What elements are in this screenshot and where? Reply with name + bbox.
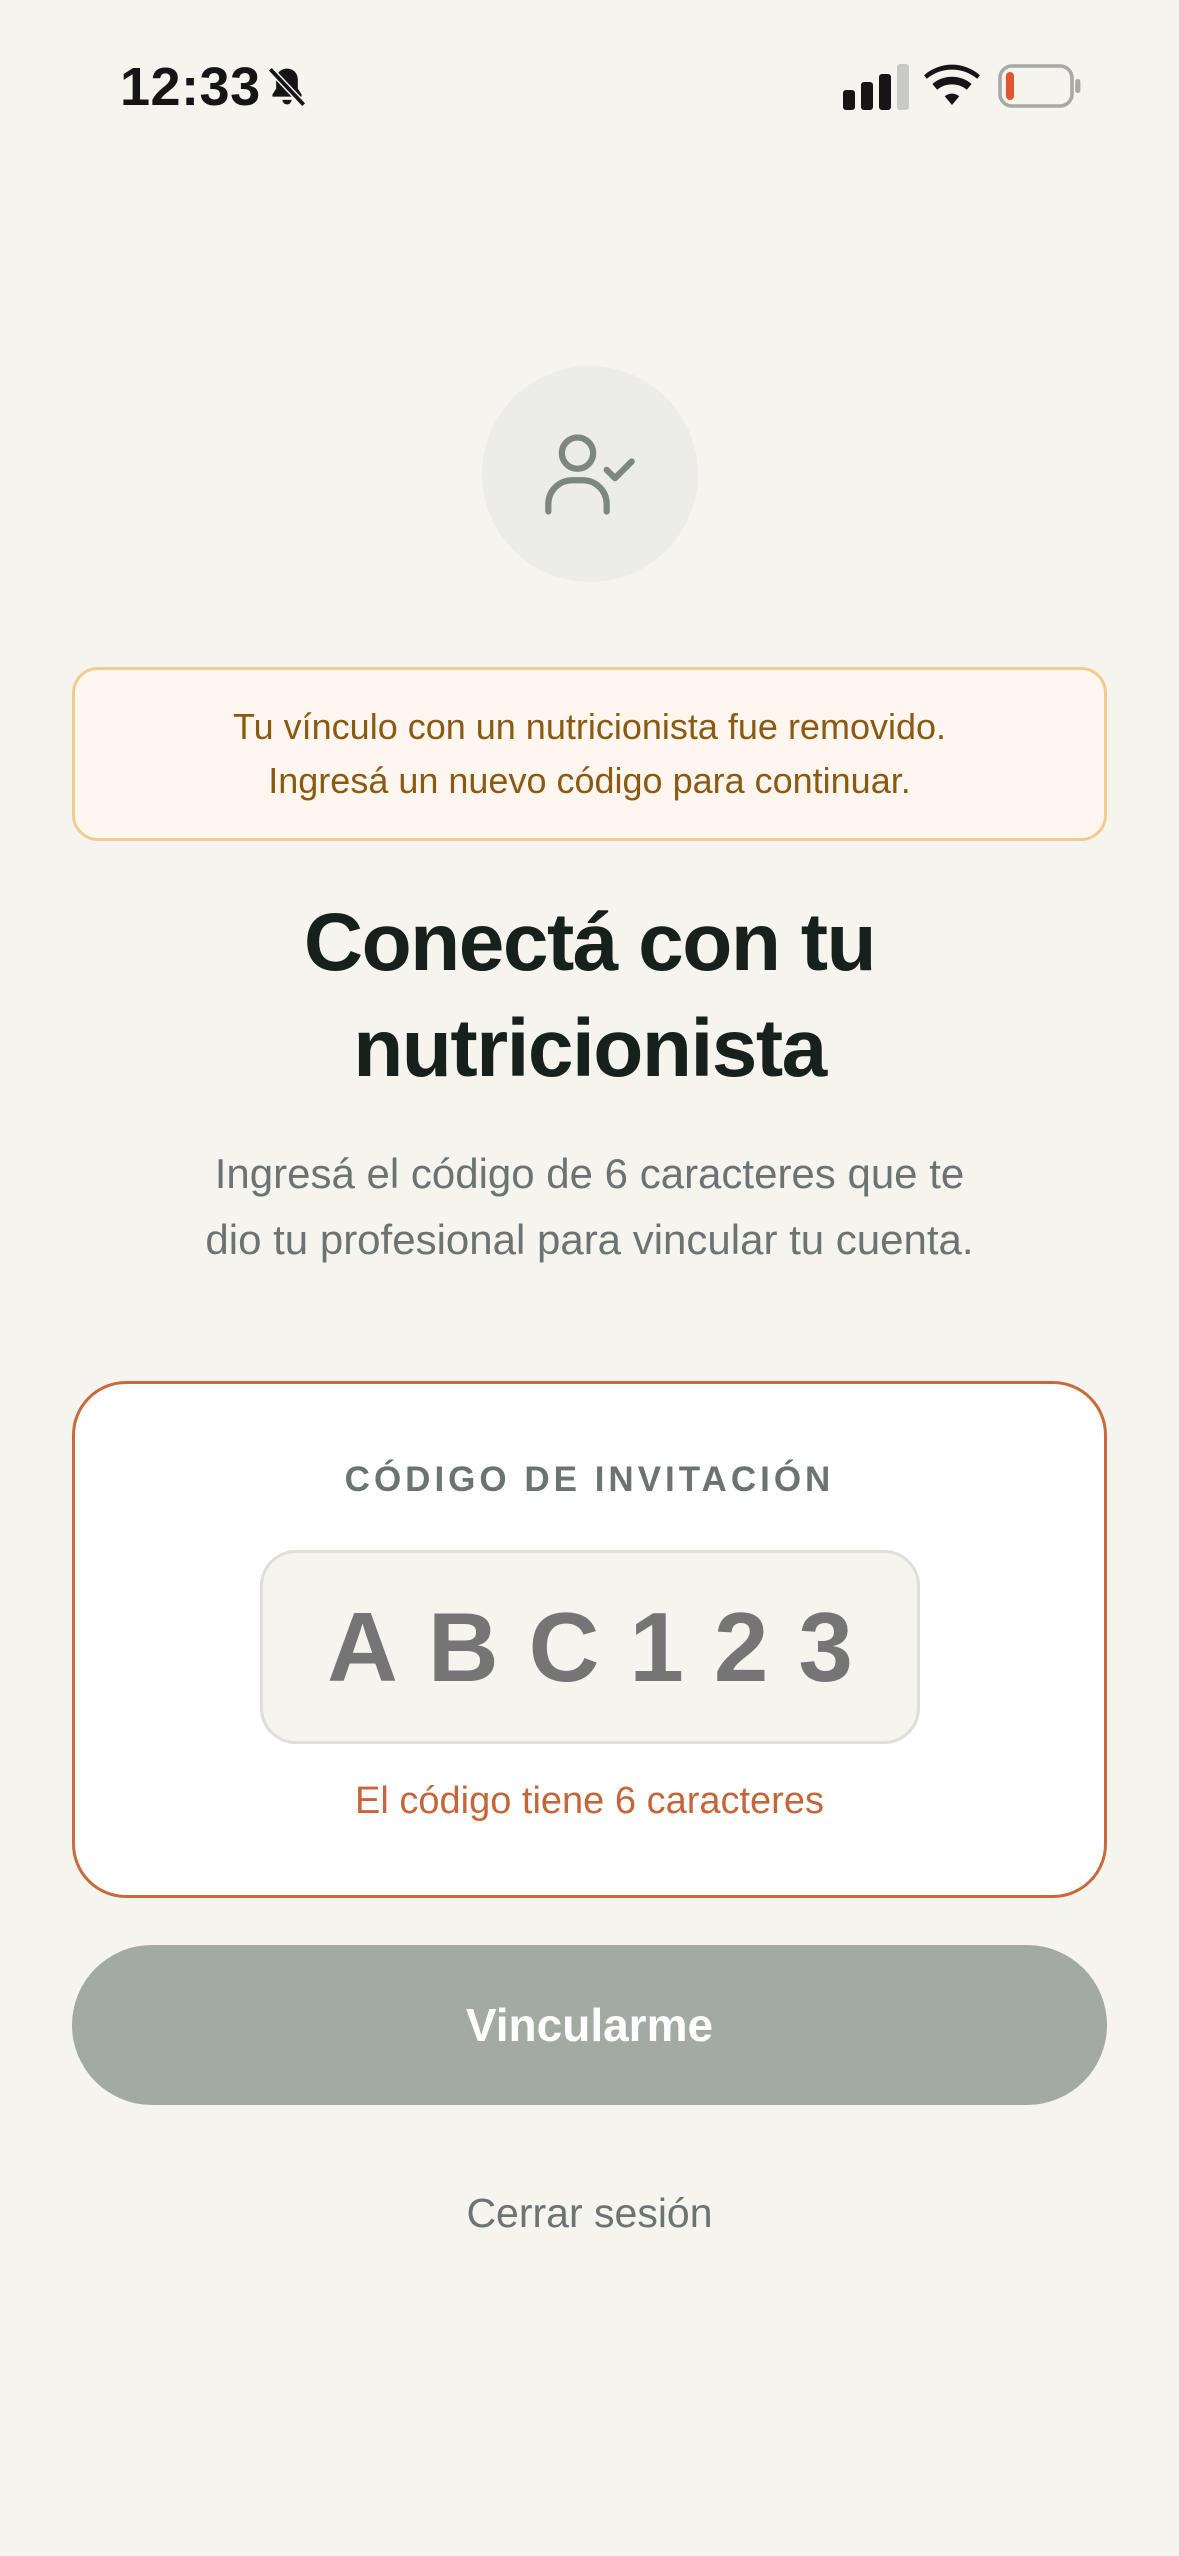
subtitle-line-2: dio tu profesional para vincular tu cuen… (205, 1216, 974, 1263)
status-bar: 12:33 (0, 0, 1179, 180)
alert-line-2: Ingresá un nuevo código para continuar. (268, 760, 911, 801)
user-check-avatar (482, 366, 698, 582)
invitation-code-hint: El código tiene 6 caracteres (355, 1780, 824, 1822)
subtitle-line-1: Ingresá el código de 6 caracteres que te (214, 1150, 965, 1197)
page-title: Conectá con tu nutricionista (0, 890, 1179, 1102)
bell-muted-icon (267, 67, 307, 107)
page-subtitle: Ingresá el código de 6 caracteres que te… (0, 1141, 1179, 1273)
unlinked-alert: Tu vínculo con un nutricionista fue remo… (72, 667, 1107, 841)
status-time: 12:33 (120, 57, 261, 117)
link-account-button[interactable]: Vincularme (72, 1945, 1107, 2105)
title-line-1: Conectá con tu (303, 897, 877, 988)
alert-line-1: Tu vínculo con un nutricionista fue remo… (232, 706, 947, 747)
invitation-code-label: CÓDIGO DE INVITACIÓN (344, 1460, 835, 1499)
user-check-icon (545, 434, 635, 515)
cellular-signal-icon (843, 64, 909, 110)
title-line-2: nutricionista (353, 1003, 827, 1094)
battery-low-icon (998, 64, 1081, 108)
logout-link[interactable]: Cerrar sesión (0, 2190, 1179, 2237)
link-nutritionist-screen: 12:33 Tu vínculo con un nutricionista fu… (0, 0, 1179, 2556)
invitation-code-card: CÓDIGO DE INVITACIÓN El código tiene 6 c… (72, 1381, 1107, 1898)
wifi-icon (924, 64, 980, 105)
invitation-code-input[interactable] (260, 1550, 920, 1744)
